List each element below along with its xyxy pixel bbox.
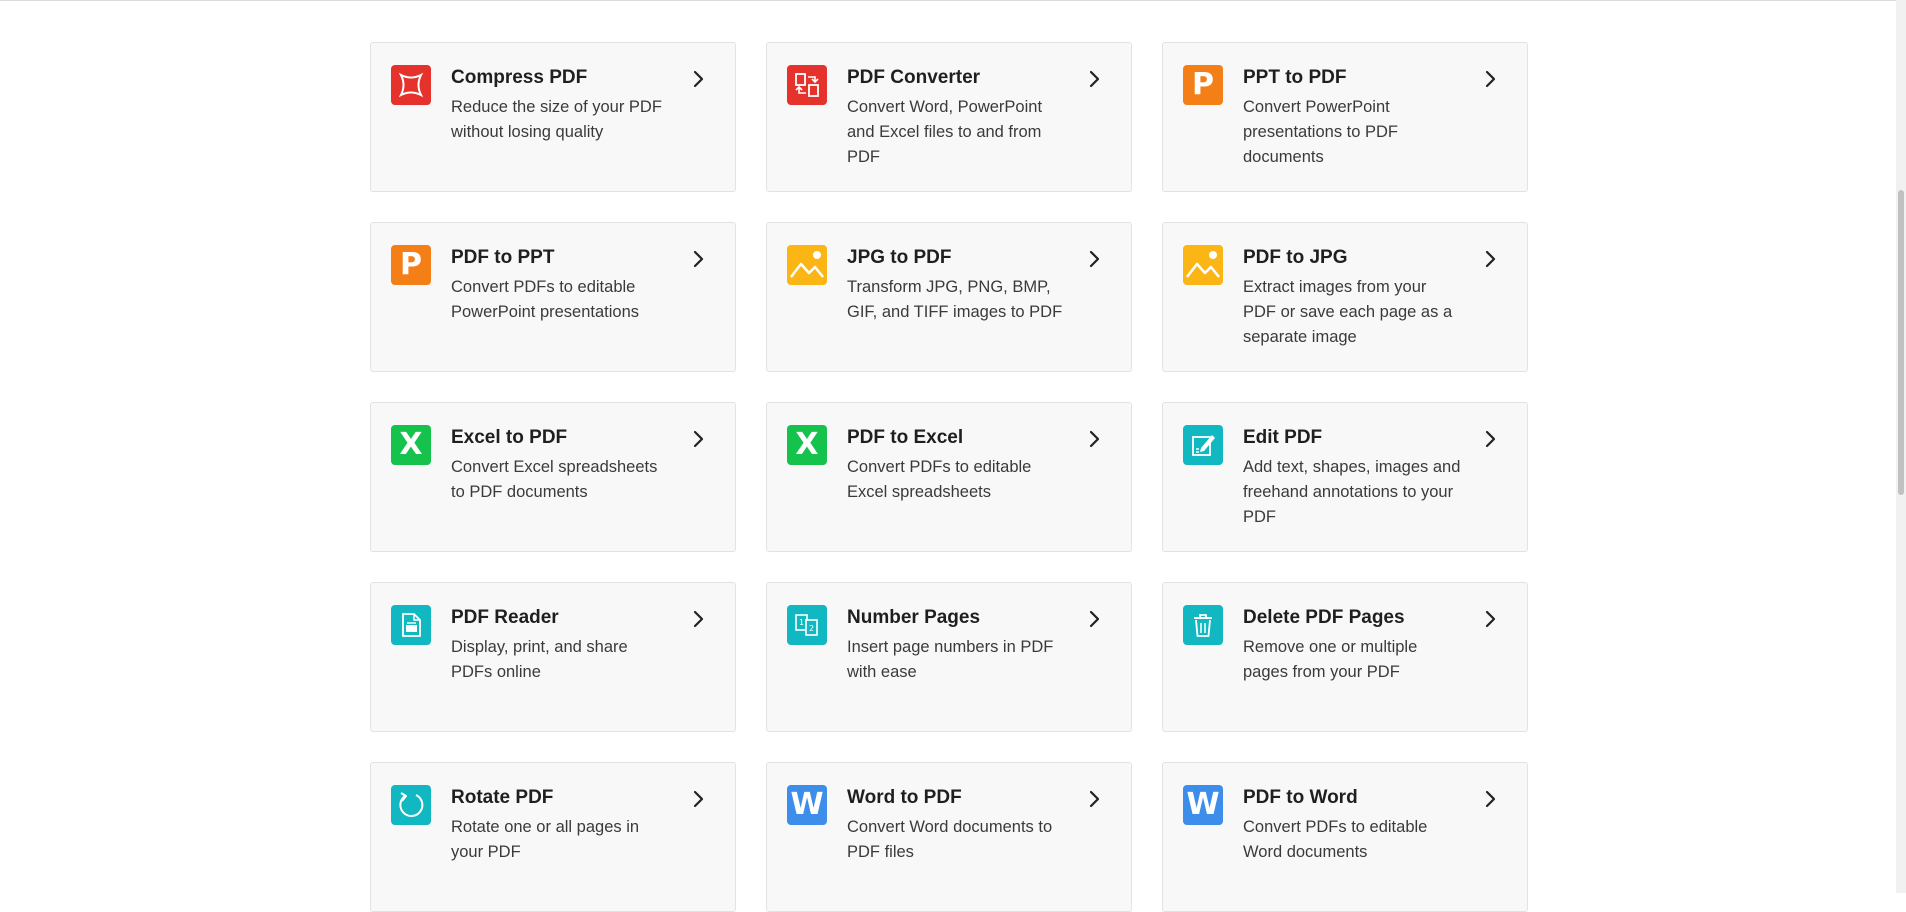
tool-description: Convert PDFs to editable Excel spreadshe… [847,458,1032,501]
tool-description: Rotate one or all pages in your PDF [451,818,640,861]
tool-title: PDF to Excel [847,427,964,448]
tool-description: Convert Word, PowerPoint and Excel files… [847,98,1043,166]
svg-text:2: 2 [809,624,814,633]
tool-description: Convert PowerPoint presentations to PDF … [1243,98,1398,166]
word-icon: W [787,785,827,825]
tool-title: Excel to PDF [451,427,568,448]
tool-title: PPT to PDF [1243,67,1347,88]
tool-card-pdf-to-word[interactable]: W PDF to Word Convert PDFs to editable W… [1162,762,1528,912]
chevron-right-icon [1485,250,1497,273]
icon-letter: X [399,427,423,462]
powerpoint-icon: P [391,245,431,285]
tool-title: PDF to Word [1243,787,1358,808]
tool-card-pdf-converter[interactable]: PDF Converter Convert Word, PowerPoint a… [766,42,1132,192]
chevron-right-icon [1485,70,1497,93]
rotate-icon [391,785,431,825]
chevron-right-icon [1485,610,1497,633]
icon-letter: X [795,427,819,462]
tool-description: Convert Excel spreadsheets to PDF docume… [451,458,658,501]
tool-title: Edit PDF [1243,427,1323,448]
chevron-right-icon [693,610,705,633]
tool-card-excel-to-pdf[interactable]: X Excel to PDF Convert Excel spreadsheet… [370,402,736,552]
icon-letter: P [1192,67,1214,102]
tool-card-jpg-to-pdf[interactable]: JPG to PDF Transform JPG, PNG, BMP, GIF,… [766,222,1132,372]
icon-letter: W [1186,787,1220,822]
tool-title: PDF to JPG [1243,247,1348,268]
powerpoint-icon: P [1183,65,1223,105]
chevron-right-icon [1089,430,1101,453]
edit-icon [1183,425,1223,465]
tool-description: Convert PDFs to editable PowerPoint pres… [451,278,640,321]
icon-letter: W [790,787,824,822]
tool-description: Reduce the size of your PDF without losi… [451,98,662,141]
tool-card-edit-pdf[interactable]: Edit PDF Add text, shapes, images and fr… [1162,402,1528,552]
tool-description: Insert page numbers in PDF with ease [847,638,1054,681]
excel-icon: X [787,425,827,465]
tool-title: Rotate PDF [451,787,554,808]
chevron-right-icon [1089,790,1101,813]
tools-grid: Compress PDF Reduce the size of your PDF… [370,42,1528,912]
tool-card-pdf-to-jpg[interactable]: PDF to JPG Extract images from your PDF … [1162,222,1528,372]
tool-card-word-to-pdf[interactable]: W Word to PDF Convert Word documents to … [766,762,1132,912]
tool-card-pdf-to-ppt[interactable]: P PDF to PPT Convert PDFs to editable Po… [370,222,736,372]
chevron-right-icon [693,250,705,273]
chevron-right-icon [1089,250,1101,273]
tool-title: PDF Converter [847,67,981,88]
tool-card-compress-pdf[interactable]: Compress PDF Reduce the size of your PDF… [370,42,736,192]
tool-title: Word to PDF [847,787,962,808]
tool-card-delete-pdf-pages[interactable]: Delete PDF Pages Remove one or multiple … [1162,582,1528,732]
tool-title: JPG to PDF [847,247,952,268]
tool-description: Add text, shapes, images and freehand an… [1243,458,1461,526]
tool-title: PDF Reader [451,607,559,628]
tool-card-ppt-to-pdf[interactable]: P PPT to PDF Convert PowerPoint presenta… [1162,42,1528,192]
tool-description: Convert Word documents to PDF files [847,818,1053,861]
tool-description: Convert PDFs to editable Word documents [1243,818,1428,861]
svg-text:1: 1 [799,618,804,627]
chevron-right-icon [1089,610,1101,633]
chevron-right-icon [693,790,705,813]
trash-icon [1183,605,1223,645]
excel-icon: X [391,425,431,465]
chevron-right-icon [1089,70,1101,93]
page-scrollbar[interactable] [1896,0,1906,893]
top-divider [0,0,1906,1]
image-icon [787,245,827,285]
compress-icon [391,65,431,105]
chevron-right-icon [693,430,705,453]
image-icon [1183,245,1223,285]
tool-description: Transform JPG, PNG, BMP, GIF, and TIFF i… [847,278,1063,321]
tool-card-rotate-pdf[interactable]: Rotate PDF Rotate one or all pages in yo… [370,762,736,912]
tool-description: Display, print, and share PDFs online [451,638,628,681]
chevron-right-icon [1485,430,1497,453]
tool-title: Compress PDF [451,67,588,88]
chevron-right-icon [1485,790,1497,813]
icon-letter: P [400,247,422,282]
word-icon: W [1183,785,1223,825]
scrollbar-thumb[interactable] [1898,190,1904,495]
convert-icon [787,65,827,105]
tool-card-pdf-to-excel[interactable]: X PDF to Excel Convert PDFs to editable … [766,402,1132,552]
tool-card-number-pages[interactable]: 12 Number Pages Insert page numbers in P… [766,582,1132,732]
tool-title: Number Pages [847,607,981,628]
tool-title: PDF to PPT [451,247,555,268]
number-pages-icon: 12 [787,605,827,645]
tool-title: Delete PDF Pages [1243,607,1405,628]
tool-description: Extract images from your PDF or save eac… [1243,278,1453,346]
chevron-right-icon [693,70,705,93]
tool-card-pdf-reader[interactable]: PDF Reader Display, print, and share PDF… [370,582,736,732]
reader-icon [391,605,431,645]
tool-description: Remove one or multiple pages from your P… [1243,638,1418,681]
